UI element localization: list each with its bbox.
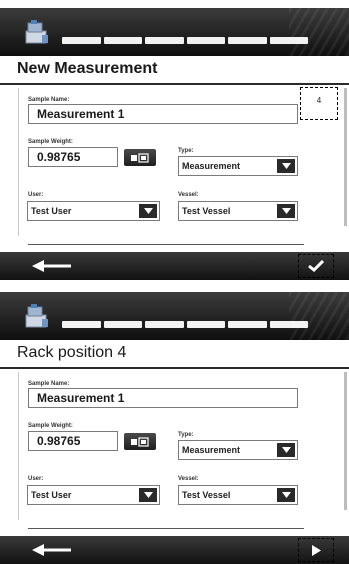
sample-name-field[interactable]: Measurement 1 — [28, 104, 298, 124]
progress-segment — [62, 321, 101, 328]
sample-weight-field[interactable]: 0.98765 — [28, 431, 118, 451]
start-button[interactable] — [298, 538, 334, 562]
balance-icon — [131, 436, 149, 447]
type-select[interactable]: Measurement — [178, 156, 298, 176]
user-value: Test User — [31, 490, 72, 500]
chevron-down-icon — [143, 208, 153, 214]
type-value: Measurement — [182, 161, 241, 171]
vessel-select[interactable]: Test Vessel — [178, 485, 298, 505]
vessel-label: Vessel: — [178, 476, 199, 482]
sample-name-field[interactable]: Measurement 1 — [28, 388, 298, 408]
read-balance-button[interactable] — [124, 149, 156, 166]
user-label: User: — [28, 192, 44, 198]
rack-position-badge: 4 — [300, 87, 338, 120]
type-select[interactable]: Measurement — [178, 440, 298, 460]
read-balance-button[interactable] — [124, 433, 156, 450]
sample-weight-label: Sample Weight: — [28, 423, 73, 429]
type-value: Measurement — [182, 445, 241, 455]
page-title: New Measurement — [17, 60, 158, 77]
top-bar — [0, 8, 349, 56]
top-bar — [0, 292, 349, 340]
step-progress-bar — [62, 321, 308, 328]
chevron-down-icon — [281, 492, 291, 498]
balance-icon — [131, 152, 149, 163]
rack-position-screen: Rack position 4 Sample Name: Measurement… — [0, 292, 349, 564]
play-icon — [312, 544, 321, 556]
title-divider — [0, 83, 349, 85]
progress-segment — [269, 37, 308, 44]
new-measurement-screen: New Measurement 4 Sample Name: Measureme… — [0, 8, 349, 280]
form-divider — [28, 528, 304, 529]
vessel-value: Test Vessel — [182, 206, 231, 216]
form-divider — [28, 244, 304, 245]
scrollbar[interactable] — [344, 372, 347, 510]
user-label: User: — [28, 476, 44, 482]
page-title: Rack position 4 — [17, 344, 127, 361]
progress-segment — [145, 321, 184, 328]
dropdown-button[interactable] — [277, 443, 295, 457]
step-progress-bar — [62, 37, 308, 44]
chevron-down-icon — [281, 163, 291, 169]
dropdown-button[interactable] — [139, 204, 157, 218]
title-divider — [0, 367, 349, 369]
arrow-left-icon[interactable] — [32, 542, 72, 558]
user-value: Test User — [31, 206, 72, 216]
vessel-select[interactable]: Test Vessel — [178, 201, 298, 221]
dropdown-button[interactable] — [277, 204, 295, 218]
arrow-left-icon[interactable] — [32, 258, 72, 274]
footer-bar — [0, 252, 349, 280]
sample-weight-field[interactable]: 0.98765 — [28, 147, 118, 167]
instrument-icon — [25, 20, 48, 44]
vessel-value: Test Vessel — [182, 490, 231, 500]
progress-segment — [186, 321, 225, 328]
progress-segment — [103, 321, 142, 328]
type-label: Type: — [178, 432, 194, 438]
progress-segment — [269, 321, 308, 328]
top-bar-texture — [289, 8, 349, 56]
sample-name-label: Sample Name: — [28, 381, 70, 387]
progress-segment — [103, 37, 142, 44]
instrument-icon — [25, 304, 48, 328]
chevron-down-icon — [143, 492, 153, 498]
progress-segment — [145, 37, 184, 44]
type-label: Type: — [178, 148, 194, 154]
dropdown-button[interactable] — [139, 488, 157, 502]
progress-segment — [62, 37, 101, 44]
vessel-label: Vessel: — [178, 192, 199, 198]
dropdown-button[interactable] — [277, 159, 295, 173]
confirm-button[interactable] — [298, 254, 334, 278]
user-select[interactable]: Test User — [27, 485, 160, 505]
sample-weight-label: Sample Weight: — [28, 139, 73, 145]
checkmark-icon — [308, 260, 324, 272]
chevron-down-icon — [281, 447, 291, 453]
top-bar-texture — [289, 292, 349, 340]
scrollbar[interactable] — [344, 88, 347, 226]
footer-bar — [0, 536, 349, 564]
progress-segment — [228, 321, 267, 328]
dropdown-button[interactable] — [277, 488, 295, 502]
rack-position-value: 4 — [316, 96, 322, 105]
progress-segment — [186, 37, 225, 44]
user-select[interactable]: Test User — [27, 201, 160, 221]
chevron-down-icon — [281, 208, 291, 214]
sample-name-label: Sample Name: — [28, 97, 70, 103]
progress-segment — [228, 37, 267, 44]
